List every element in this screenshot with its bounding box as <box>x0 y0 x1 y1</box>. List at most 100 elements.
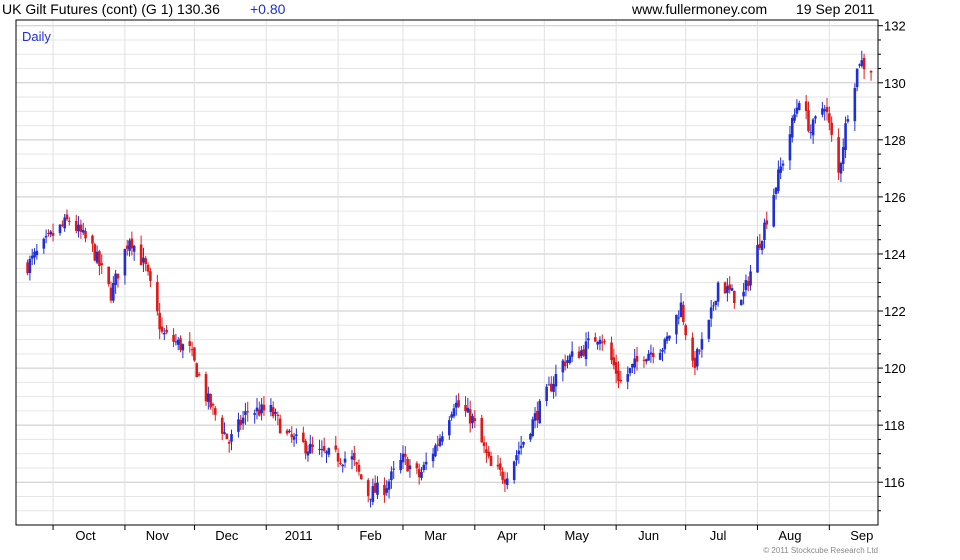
candle-body <box>327 448 331 455</box>
candle-body <box>350 456 354 460</box>
candle-body <box>612 357 616 366</box>
candle-body <box>211 403 215 406</box>
candle-body <box>684 325 687 336</box>
candle-body <box>334 445 338 450</box>
candle-body <box>195 363 199 378</box>
candle-body <box>547 384 551 386</box>
candle-body <box>114 273 117 285</box>
candle-body <box>30 255 34 259</box>
candle-body <box>584 341 588 360</box>
candle-body <box>91 235 94 244</box>
candle-body <box>536 410 539 421</box>
candle-body <box>837 137 840 173</box>
candle-body <box>628 367 632 374</box>
candlestick-chart: 116 118 120 122 124 126 128 130 132 Oct Nov Dec 201… <box>15 19 906 543</box>
y-tick-label: 118 <box>884 418 905 433</box>
candle-body <box>742 291 745 297</box>
candle-body <box>598 339 602 344</box>
candle-body <box>749 271 752 286</box>
candle-body <box>369 498 372 500</box>
candle-body <box>563 361 567 367</box>
candle-body <box>807 110 810 132</box>
y-tick-label: 120 <box>884 361 906 376</box>
candle-body <box>610 342 613 361</box>
candle-body <box>693 357 697 368</box>
candle-body <box>174 341 178 343</box>
candle-body <box>577 351 581 359</box>
candle-body <box>756 244 759 273</box>
candle-body <box>714 300 718 306</box>
candle-body <box>318 448 321 450</box>
candle-body <box>357 464 361 472</box>
candle-body <box>341 464 345 467</box>
candle-body <box>649 352 653 355</box>
candle-body <box>44 235 48 238</box>
candle-body <box>74 220 78 231</box>
candle-body <box>61 224 64 226</box>
candle-body <box>739 299 743 306</box>
candle-body <box>471 415 474 424</box>
candle-body <box>828 113 831 123</box>
candle-body <box>51 233 55 236</box>
candle-body <box>415 463 419 469</box>
x-tick-label: Jul <box>710 528 727 543</box>
candle-body <box>387 481 391 490</box>
candle-body <box>339 462 342 464</box>
candle-body <box>160 326 164 332</box>
candle-body <box>336 452 340 462</box>
candle-body <box>716 282 720 302</box>
candle-body <box>95 251 99 263</box>
candle-body <box>772 195 776 227</box>
candle-body <box>726 286 729 293</box>
candle-body <box>515 455 518 461</box>
candle-body <box>661 349 664 352</box>
candle-body <box>100 263 104 266</box>
candle-body <box>728 284 731 290</box>
x-tick-label: Jun <box>638 528 659 543</box>
x-tick-label: Oct <box>75 528 96 543</box>
candle-body <box>311 444 314 448</box>
candle-body <box>220 417 224 434</box>
candle-body <box>777 169 780 192</box>
candle-body <box>617 370 620 382</box>
candle-body <box>707 319 711 339</box>
candle-body <box>682 304 685 322</box>
candle-body <box>665 336 669 341</box>
candle-body <box>450 414 453 418</box>
candle-body <box>304 441 307 454</box>
candle-body <box>385 488 389 493</box>
candle-body <box>858 64 861 66</box>
candle-body <box>399 459 402 471</box>
candle-body <box>290 434 294 438</box>
candle-body <box>260 404 263 414</box>
candle-body <box>392 468 396 470</box>
y-tick-label: 130 <box>884 76 906 91</box>
candle-body <box>538 400 541 424</box>
candle-body <box>288 430 291 433</box>
candle-body <box>668 335 671 339</box>
candle-body <box>614 362 618 374</box>
candle-body <box>675 314 678 335</box>
x-tick-label: Nov <box>146 528 170 543</box>
plot-area <box>16 20 878 525</box>
x-tick-label: 2011 <box>285 528 313 543</box>
candle-body <box>165 329 168 333</box>
candle-body <box>760 240 764 251</box>
x-tick-label: Feb <box>359 528 381 543</box>
candle-body <box>116 273 120 279</box>
candle-body <box>112 282 115 301</box>
candle-body <box>554 374 558 387</box>
candle-body <box>255 407 259 412</box>
candle-body <box>58 224 62 234</box>
candle-body <box>644 359 648 362</box>
candle-body <box>765 220 769 225</box>
candle-body <box>790 118 794 138</box>
candle-body <box>635 355 639 362</box>
candle-body <box>302 432 305 442</box>
candle-body <box>107 266 110 285</box>
candle-body <box>207 393 210 402</box>
candle-body <box>420 471 423 478</box>
copyright-notice: © 2011 Stockcube Research Ltd <box>763 546 878 555</box>
candle-body <box>594 337 597 342</box>
candle-body <box>383 484 386 496</box>
